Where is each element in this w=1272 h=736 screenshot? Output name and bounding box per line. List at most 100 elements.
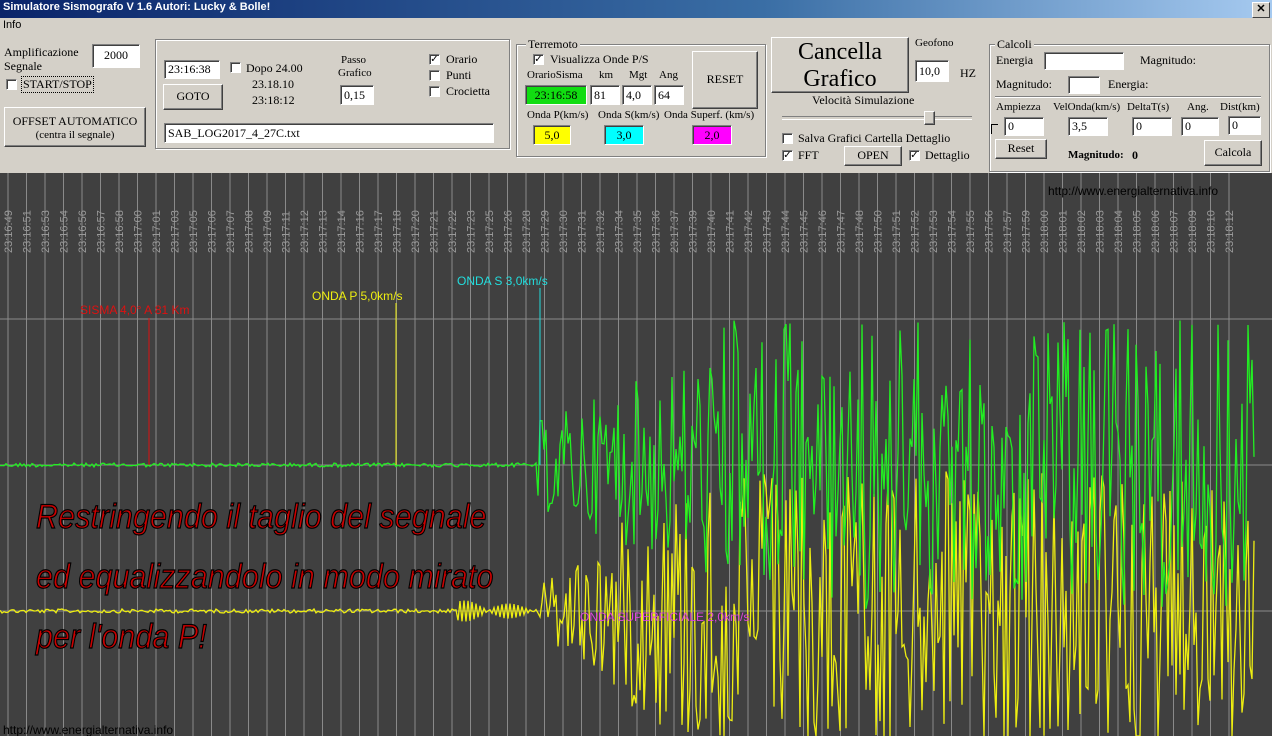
ang-field[interactable]: 64 bbox=[654, 85, 684, 105]
onda-s-field[interactable]: 3,0 bbox=[604, 125, 644, 145]
header-mgt: Mgt bbox=[629, 69, 648, 81]
menu-info[interactable]: Info bbox=[3, 19, 21, 31]
orario-label: Orario bbox=[446, 52, 478, 66]
time-label: 23:17:11 bbox=[281, 211, 293, 253]
time-label: 23:17:22 bbox=[447, 210, 459, 253]
magnitudo-result-value: 0 bbox=[1132, 148, 1138, 162]
header-ang-calc: Ang. bbox=[1187, 101, 1209, 113]
time-label: 23:18:06 bbox=[1150, 210, 1162, 253]
salva-label: Salva Grafici Cartella Dettaglio bbox=[798, 131, 951, 145]
passo-label-2: Grafico bbox=[338, 67, 372, 79]
onda-sup-field[interactable]: 2,0 bbox=[692, 125, 732, 145]
fft-checkbox[interactable]: ✓ bbox=[782, 150, 793, 161]
goto-button[interactable]: GOTO bbox=[163, 84, 223, 110]
time-label: 23:17:01 bbox=[151, 210, 163, 253]
time-label: 23:17:37 bbox=[669, 210, 681, 253]
energia-label: Energia bbox=[996, 53, 1034, 67]
website-top: http://www.energialternativa.info bbox=[1048, 184, 1218, 198]
window-title: Simulatore Sismografo V 1.6 Autori: Luck… bbox=[3, 1, 271, 13]
seismograph-plot[interactable]: 23:16:49 23:16:51 23:16:53 23:16:54 23:16:56… bbox=[0, 173, 1272, 736]
time-label: 23:17:21 bbox=[429, 210, 441, 253]
time-label: 23:17:54 bbox=[947, 210, 959, 253]
time-label: 23:18:05 bbox=[1132, 210, 1144, 253]
crocietta-checkbox[interactable] bbox=[429, 86, 440, 97]
time-label: 23:17:29 bbox=[540, 210, 552, 253]
time-label: 23:17:03 bbox=[170, 210, 182, 253]
time-label: 23:18:00 bbox=[1039, 210, 1051, 253]
punti-checkbox[interactable] bbox=[429, 70, 440, 81]
seismograph-canvas: 23:16:49 23:16:51 23:16:53 23:16:54 23:16:56… bbox=[0, 173, 1272, 736]
time-label: 23:16:53 bbox=[40, 210, 52, 253]
dopo-checkbox[interactable] bbox=[230, 62, 241, 73]
open-button[interactable]: OPEN bbox=[844, 146, 902, 166]
title-bar: Simulatore Sismografo V 1.6 Autori: Luck… bbox=[0, 0, 1272, 18]
startstop-checkbox[interactable] bbox=[6, 79, 17, 90]
deltat-input[interactable]: 0 bbox=[1132, 117, 1172, 136]
time-label: 23:17:44 bbox=[780, 210, 792, 253]
onda-p-marker-label: ONDA P 5,0km/s bbox=[312, 289, 402, 303]
offset-button-line2: (centra il segnale) bbox=[35, 129, 115, 141]
header-ang: Ang bbox=[659, 69, 678, 81]
time-label: 23:16:49 bbox=[3, 210, 15, 253]
terremoto-reset-button[interactable]: RESET bbox=[692, 51, 758, 109]
onda-p-label: Onda P(km/s) bbox=[527, 109, 589, 121]
time-label: 23:17:45 bbox=[799, 210, 811, 253]
velonda-input[interactable]: 3,5 bbox=[1068, 117, 1108, 136]
header-deltat: DeltaT(s) bbox=[1127, 101, 1170, 113]
time-label: 23:17:32 bbox=[595, 210, 607, 253]
orario-sisma-field[interactable]: 23:16:58 bbox=[525, 85, 587, 105]
time-label: 23:17:20 bbox=[410, 210, 422, 253]
amplification-input[interactable]: 2000 bbox=[92, 44, 140, 68]
magnitudo-input[interactable] bbox=[1068, 76, 1100, 94]
calcola-button[interactable]: Calcola bbox=[1204, 140, 1262, 166]
time-end: 23:18:12 bbox=[252, 93, 295, 107]
onda-s-label: Onda S(km/s) bbox=[598, 109, 660, 121]
offset-automatico-button[interactable]: OFFSET AUTOMATICO (centra il segnale) bbox=[4, 107, 146, 147]
calcoli-reset-button[interactable]: Reset bbox=[995, 139, 1047, 159]
header-velonda: VelOnda(km/s) bbox=[1053, 101, 1121, 113]
time-label: 23:17:23 bbox=[466, 210, 478, 253]
file-input[interactable]: SAB_LOG2017_4_27C.txt bbox=[164, 123, 494, 143]
time-label: 23:17:14 bbox=[336, 210, 348, 253]
onda-sup-marker-label: ONDA SUPERFICIALE 2,0km/s bbox=[580, 610, 749, 624]
time-label: 23:16:51 bbox=[22, 210, 34, 253]
time-label: 23:17:50 bbox=[873, 210, 885, 253]
time-label: 23:17:34 bbox=[614, 210, 626, 253]
orario-checkbox[interactable]: ✓ bbox=[429, 54, 440, 65]
onda-sup-label: Onda Superf. (km/s) bbox=[664, 109, 755, 121]
header-dist: Dist(km) bbox=[1220, 101, 1260, 113]
ang-input[interactable]: 0 bbox=[1181, 117, 1219, 136]
time-label: 23:17:35 bbox=[632, 210, 644, 253]
dist-input[interactable]: 0 bbox=[1228, 116, 1261, 135]
passo-input[interactable]: 0,15 bbox=[340, 85, 374, 105]
time-label: 23:17:48 bbox=[854, 210, 866, 253]
time-label: 23:18:10 bbox=[1206, 210, 1218, 253]
calcoli-title: Calcoli bbox=[995, 37, 1034, 52]
time-label: 23:17:09 bbox=[262, 210, 274, 253]
dettaglio-checkbox[interactable]: ✓ bbox=[909, 150, 920, 161]
crocietta-label: Crocietta bbox=[446, 84, 490, 98]
geofono-input[interactable]: 10,0 bbox=[915, 60, 949, 82]
energia-input[interactable] bbox=[1044, 52, 1124, 70]
time-input[interactable]: 23:16:38 bbox=[164, 60, 220, 79]
offset-button-line1: OFFSET AUTOMATICO bbox=[12, 114, 138, 128]
time-label: 23:16:56 bbox=[77, 210, 89, 253]
startstop-label[interactable]: START/STOP bbox=[21, 76, 94, 93]
time-label: 23:18:03 bbox=[1095, 210, 1107, 253]
header-ampiezza: Ampiezza bbox=[996, 101, 1041, 113]
mgt-field[interactable]: 4,0 bbox=[622, 85, 652, 105]
velocita-slider-track[interactable] bbox=[782, 116, 972, 120]
time-label: 23:17:28 bbox=[521, 210, 533, 253]
energia-label-2: Energia: bbox=[1108, 77, 1149, 91]
onda-p-field[interactable]: 5,0 bbox=[533, 125, 571, 145]
cancella-grafico-button[interactable]: Cancella Grafico bbox=[771, 37, 909, 93]
overlay-text-line1: Restringendo il taglio del segnale bbox=[36, 498, 487, 536]
visualizza-checkbox[interactable]: ✓ bbox=[533, 54, 544, 65]
passo-label-1: Passo bbox=[341, 54, 367, 66]
close-icon[interactable]: ✕ bbox=[1252, 2, 1270, 18]
salva-checkbox[interactable] bbox=[782, 133, 793, 144]
km-field[interactable]: 81 bbox=[590, 85, 620, 105]
ampiezza-input[interactable]: 0 bbox=[1004, 117, 1044, 136]
velocita-slider-thumb[interactable] bbox=[924, 111, 935, 125]
time-label: 23:18:01 bbox=[1058, 210, 1070, 253]
